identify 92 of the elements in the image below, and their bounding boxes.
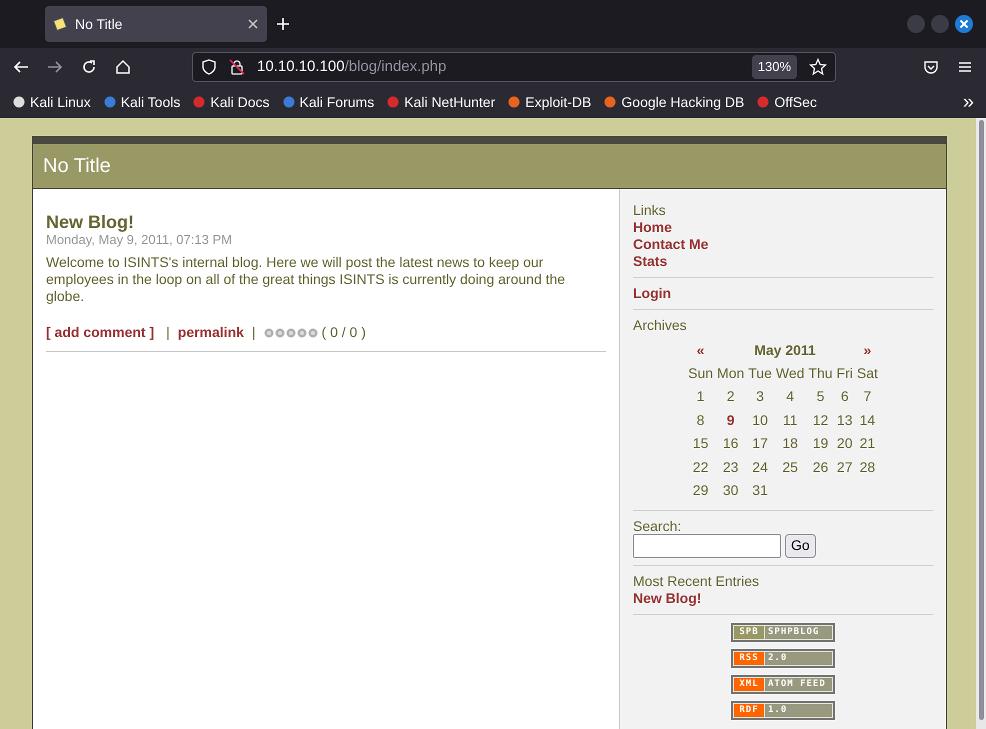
calendar-day: 26 (812, 458, 828, 475)
reload-icon[interactable] (80, 58, 98, 76)
weekday-label: Thu (807, 364, 834, 383)
weekday-label: Wed (774, 364, 806, 383)
star-rating[interactable] (264, 328, 318, 338)
bookmark[interactable]: Kali Forums (282, 92, 374, 112)
permalink-link[interactable]: permalink (178, 322, 244, 343)
calendar-day: 21 (860, 435, 876, 452)
sidebar-link[interactable]: Contact Me (633, 236, 933, 253)
weekday-label: Mon (716, 364, 746, 383)
add-comment-link[interactable]: [ add comment ] (46, 322, 154, 343)
calendar-day: 17 (752, 435, 768, 452)
sidebar-link[interactable]: Stats (633, 253, 933, 270)
calendar-day: 3 (756, 388, 764, 404)
calendar-day: 14 (860, 412, 876, 428)
separator: | (166, 323, 170, 342)
calendar-day: 22 (692, 458, 708, 475)
calendar-day: 7 (863, 388, 872, 404)
previous-month-link[interactable]: « (686, 339, 716, 362)
section-heading: Links (633, 202, 667, 219)
bookmark[interactable]: Kali NetHunter (386, 92, 496, 112)
bookmark[interactable]: Google Hacking DB (603, 92, 744, 112)
calendar-day: 27 (836, 458, 852, 475)
section-heading: Archives (633, 317, 688, 334)
calendar-day: 6 (840, 388, 849, 404)
bookmark-icon (102, 95, 117, 109)
entry-title[interactable]: New Blog! (46, 212, 606, 232)
shield-icon (201, 59, 217, 75)
new-tab-icon[interactable] (275, 16, 291, 32)
separator: | (252, 323, 256, 342)
bookmark-icon (386, 95, 400, 109)
close-icon[interactable] (955, 15, 973, 33)
calendar-day: 30 (722, 482, 738, 498)
calendar-day: 12 (812, 412, 828, 428)
bookmark-icon (192, 95, 206, 109)
scrollbar-thumb[interactable] (978, 120, 984, 720)
calendar-day: 8 (696, 412, 704, 428)
page-icon (53, 17, 67, 31)
recent-entry-link[interactable]: New Blog! (633, 590, 933, 606)
bookmark-icon (507, 95, 522, 109)
bookmark[interactable]: Kali Linux (12, 92, 91, 112)
entry-text: Welcome to ISINTS's internal blog. Here we will post the latest news to keep our employees in the loop on all of the great things ISINTS is currently doing around the globe. (46, 254, 566, 305)
calendar-day: 15 (692, 435, 708, 452)
calendar-day: 2 (726, 388, 735, 404)
calendar-day: 19 (812, 435, 828, 452)
sidebar-link[interactable]: Home (633, 219, 933, 236)
calendar-day: 28 (860, 458, 876, 475)
section-heading: Most Recent Entries (633, 572, 760, 590)
bookmark-icon (756, 95, 770, 109)
insecure-lock-icon (229, 59, 245, 75)
browser-tab[interactable]: No Title (45, 6, 267, 42)
zoom-badge[interactable]: 130% (752, 55, 797, 79)
bookmark-icon (12, 95, 26, 109)
home-icon[interactable] (114, 58, 132, 76)
calendar-day: 18 (782, 435, 798, 452)
site-title: No Title (43, 154, 111, 179)
go-button[interactable]: Go (785, 534, 816, 558)
calendar-day: 4 (786, 388, 794, 404)
weekday-label: Sat (856, 364, 879, 383)
calendar-day: 13 (836, 412, 852, 428)
rating-count: ( 0 / 0 ) (322, 323, 366, 342)
calendar-day: 29 (692, 482, 708, 498)
calendar-day-link[interactable]: 9 (726, 412, 735, 428)
weekday-label: Tue (747, 364, 773, 383)
calendar-day: 31 (752, 482, 768, 498)
weekday-label: Fri (836, 364, 854, 383)
bookmark-icon (282, 95, 296, 109)
overflow-button[interactable]: » (962, 87, 974, 117)
calendar-day: 25 (782, 458, 798, 475)
weekday-label: Sun (687, 364, 714, 383)
calendar-day: 5 (816, 388, 824, 404)
calendar-day: 24 (752, 458, 768, 475)
bookmark-icon (603, 95, 618, 109)
next-month-link[interactable]: » (854, 339, 880, 362)
calendar-day: 23 (722, 458, 738, 475)
calendar-day: 16 (722, 435, 738, 452)
bookmark[interactable]: Kali Docs (192, 92, 270, 112)
address-bar[interactable]: 10.10.10.100/blog/index.php 130% (192, 52, 836, 82)
url-text: 10.10.10.100/blog/index.php (257, 56, 448, 77)
search-label: Search: (633, 518, 682, 534)
search-field[interactable] (633, 534, 781, 558)
bookmark[interactable]: Kali Tools (102, 92, 180, 112)
calendar-day: 10 (752, 412, 768, 428)
calendar-month: May 2011 (753, 341, 817, 360)
bookmark[interactable]: OffSec (756, 92, 817, 112)
calendar-day: 1 (696, 388, 704, 404)
calendar-day: 11 (782, 412, 798, 428)
entry-date: Monday, May 9, 2011, 07:13 PM (46, 232, 233, 248)
login-link[interactable]: Login (633, 285, 933, 302)
bookmark[interactable]: Exploit-DB (507, 92, 592, 112)
close-icon[interactable] (247, 18, 259, 30)
calendar-day: 20 (836, 435, 852, 452)
